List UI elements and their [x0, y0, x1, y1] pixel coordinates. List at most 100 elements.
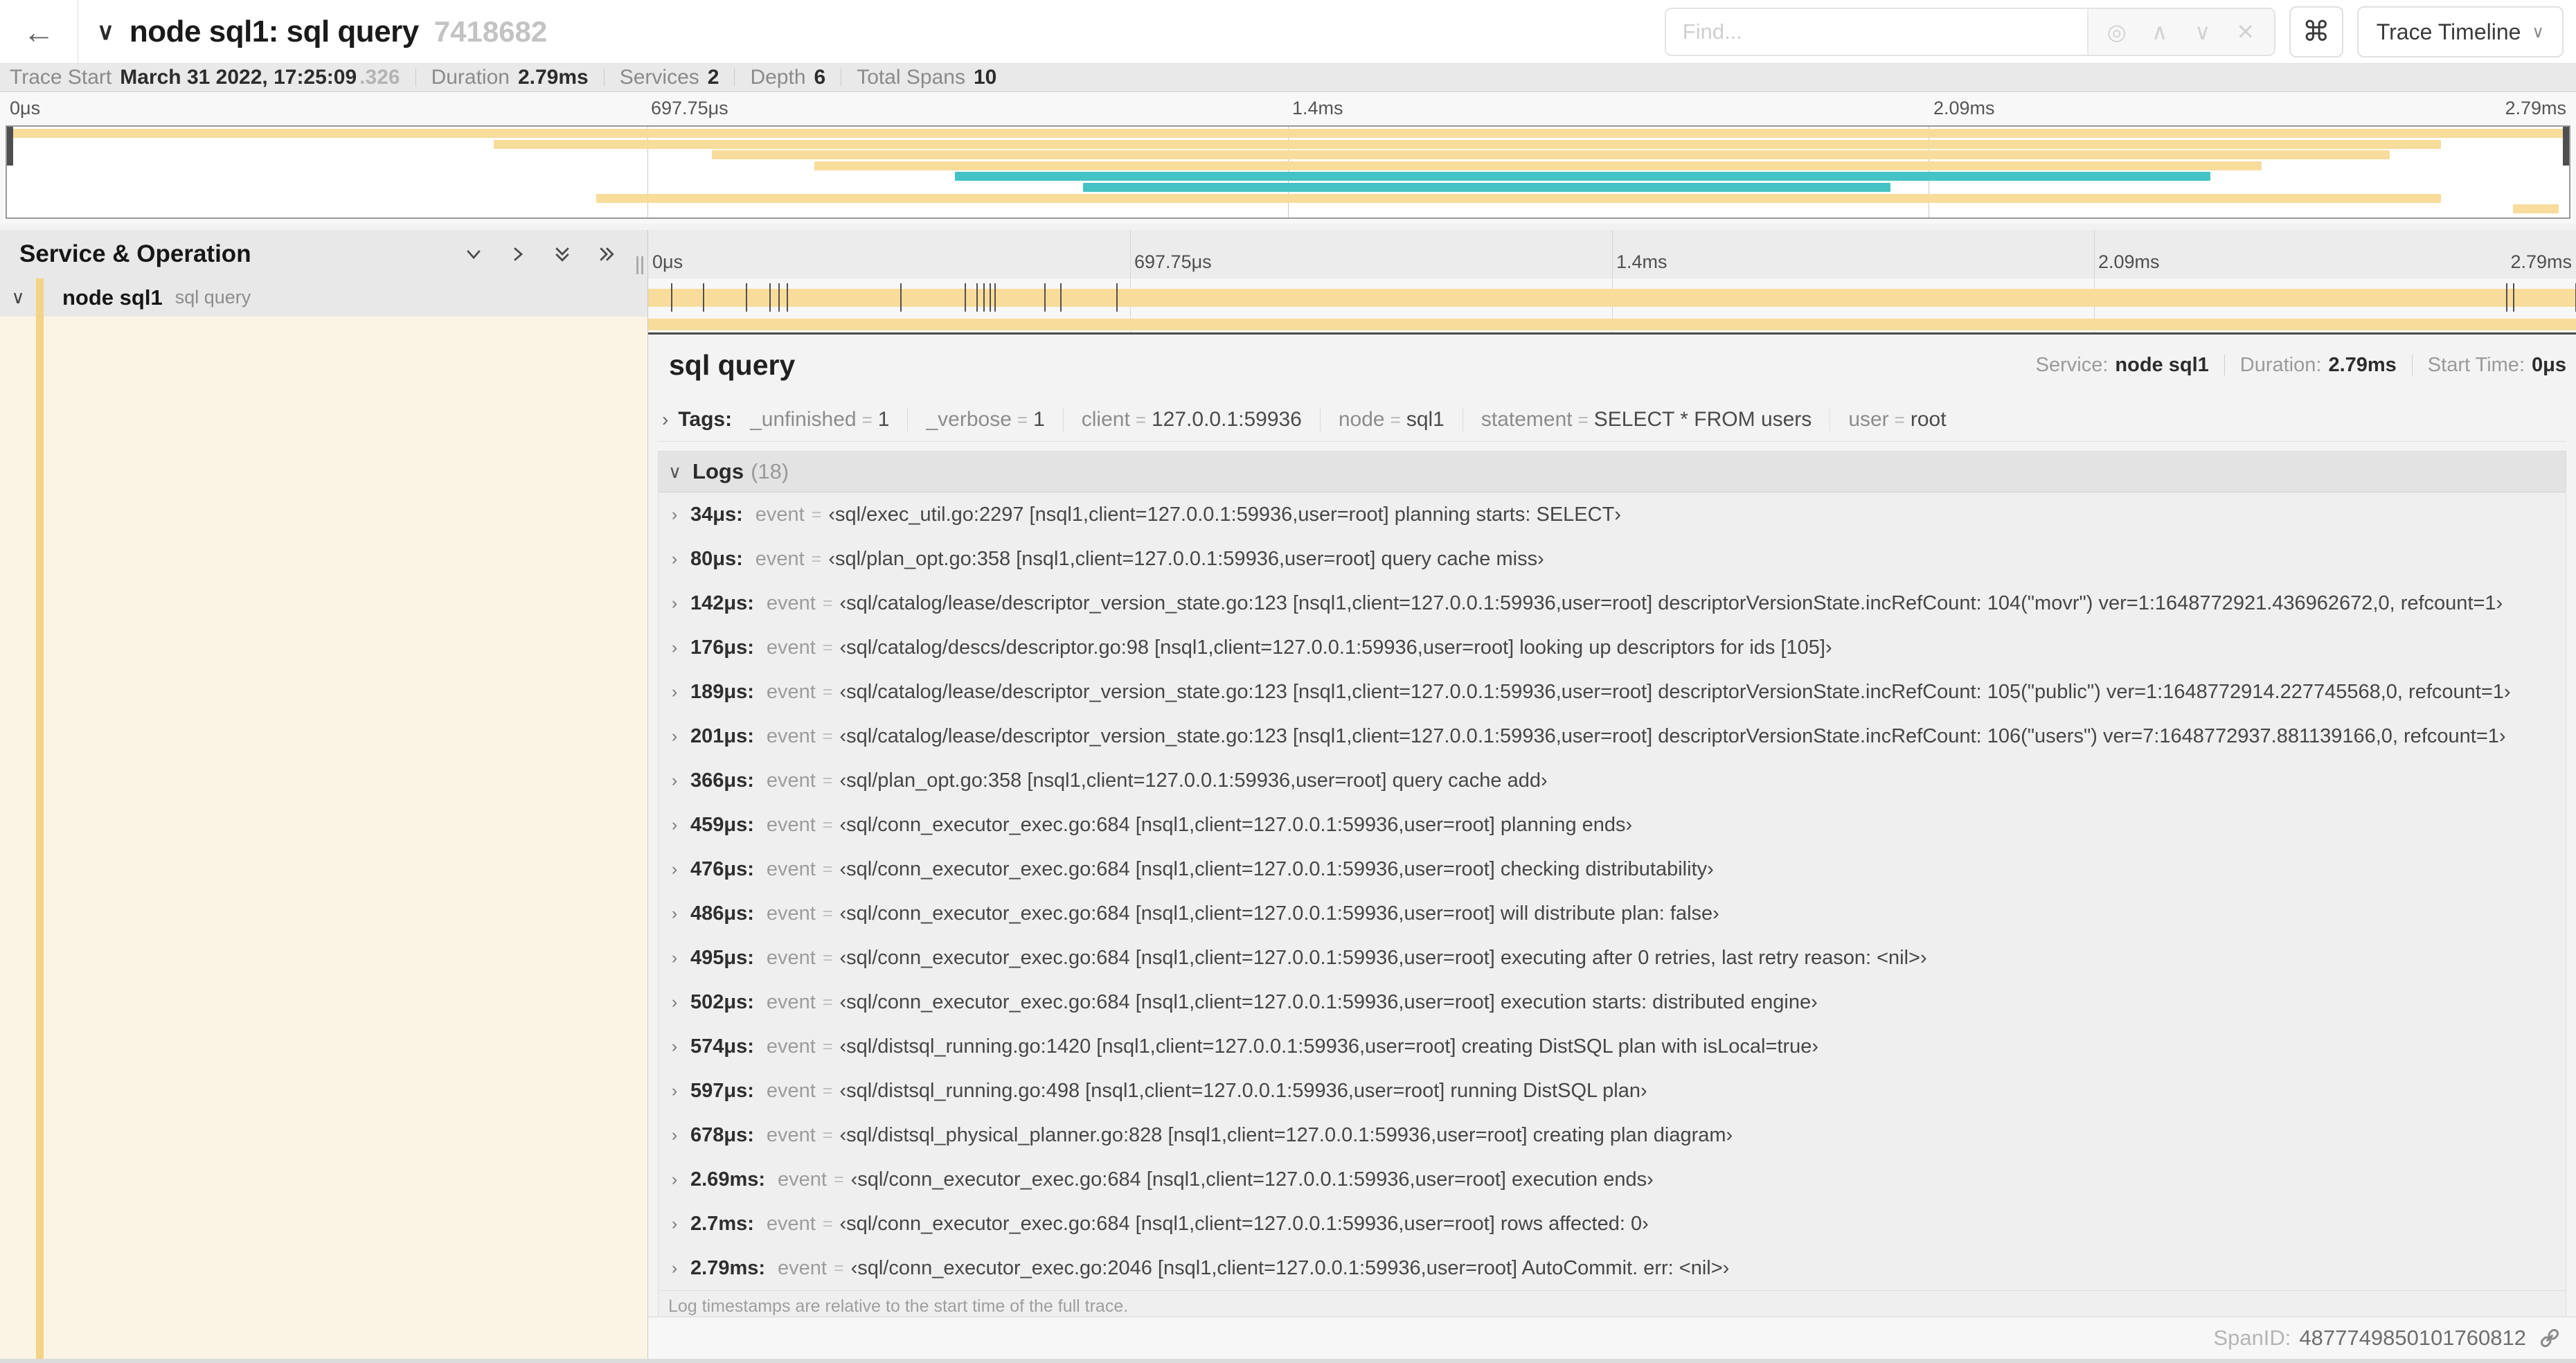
copy-link-icon[interactable] [2537, 1326, 2562, 1351]
log-entry-row[interactable]: › 597μs: event = ‹sql/distsql_running.go:498… [659, 1069, 2566, 1113]
log-entry-row[interactable]: › 678μs: event = ‹sql/distsql_physical_plann… [659, 1113, 2566, 1157]
log-value: ‹sql/catalog/lease/descriptor_version_st… [839, 680, 2511, 703]
log-event-tick [702, 283, 704, 312]
chevron-right-icon[interactable]: › [659, 727, 690, 747]
log-value: ‹sql/exec_util.go:2297 [nsql1,client=127… [828, 503, 1621, 526]
chevron-right-icon[interactable]: › [659, 1081, 690, 1101]
find-input[interactable] [1665, 9, 2087, 55]
log-entry-row[interactable]: › 2.69ms: event = ‹sql/conn_executor_exec.go… [659, 1157, 2566, 1202]
minimap-span-bar [7, 129, 2569, 138]
meta-label: Duration: [2239, 353, 2322, 376]
ruler-tick-label: 1.4ms [1616, 251, 1667, 272]
chevron-right-icon[interactable]: › [659, 1258, 690, 1279]
meta-value: node sql1 [2115, 353, 2209, 376]
back-button[interactable]: ← [0, 0, 78, 63]
span-row-node-sql1[interactable]: ∨ node sql1 sql query [0, 278, 647, 317]
view-selector-button[interactable]: Trace Timeline ∨ [2356, 6, 2564, 57]
chevron-right-icon[interactable]: › [659, 771, 690, 791]
chevron-right-icon[interactable]: › [659, 904, 690, 924]
chevron-right-icon[interactable]: › [659, 948, 690, 968]
log-entry-row[interactable]: › 142μs: event = ‹sql/catalog/lease/descript… [659, 581, 2566, 625]
log-entry-row[interactable]: › 495μs: event = ‹sql/conn_executor_exec.go:… [659, 936, 2566, 980]
trace-collapser-icon[interactable]: ∨ [97, 18, 114, 46]
minimap-span-bar [711, 150, 2390, 160]
log-value: ‹sql/conn_executor_exec.go:684 [nsql1,cl… [850, 1168, 1654, 1191]
log-entry-row[interactable]: › 80μs: event = ‹sql/plan_opt.go:358 [nsql1,… [659, 537, 2566, 581]
log-timestamp: 486μs: [690, 902, 754, 925]
log-field: event [766, 1035, 816, 1058]
span-id-value: 4877749850101760812 [2299, 1326, 2526, 1350]
chevron-right-icon[interactable]: › [659, 638, 690, 658]
chevron-right-icon[interactable]: › [659, 1214, 690, 1234]
keyboard-shortcuts-button[interactable]: ⌘ [2289, 6, 2343, 57]
span-bar[interactable] [648, 289, 2576, 307]
minimap-left-drag-handle[interactable] [7, 127, 13, 166]
log-event-tick [900, 283, 902, 312]
chevron-right-icon[interactable]: › [659, 1125, 690, 1146]
find-prev-icon[interactable]: ∧ [2138, 19, 2181, 45]
span-bar-row-child[interactable] [648, 317, 2576, 332]
span-bar-row-sql-query[interactable] [648, 278, 2576, 317]
expand-all-icon[interactable] [596, 244, 617, 265]
log-entry-row[interactable]: › 366μs: event = ‹sql/plan_opt.go:358 [nsql1… [659, 758, 2566, 803]
chevron-right-icon[interactable]: › [659, 594, 690, 614]
service-operation-header: Service & Operation [0, 230, 647, 279]
log-entry-row[interactable]: › 201μs: event = ‹sql/catalog/lease/descript… [659, 714, 2566, 758]
log-entry-row[interactable]: › 34μs: event = ‹sql/exec_util.go:2297 [nsql… [659, 492, 2566, 537]
collapse-one-icon[interactable] [463, 244, 484, 265]
back-arrow-icon: ← [23, 13, 55, 50]
log-entry-row[interactable]: › 459μs: event = ‹sql/conn_executor_exec.go:… [659, 803, 2566, 847]
chevron-right-icon[interactable]: › [662, 409, 668, 431]
log-value: ‹sql/distsql_running.go:498 [nsql1,clien… [839, 1079, 1647, 1102]
trace-summary-item: Total Spans 10 [857, 66, 997, 89]
tag-item: _verbose = 1 [926, 408, 1045, 431]
chevron-right-icon[interactable]: › [659, 505, 690, 525]
log-field: event [766, 813, 816, 836]
column-resizer[interactable] [636, 256, 643, 274]
minimap-canvas[interactable] [6, 125, 2570, 219]
tags-section-toggle[interactable]: › Tags: _unfinished = 1 _verbose = 1 client = 12… [658, 398, 2566, 442]
log-value: ‹sql/conn_executor_exec.go:2046 [nsql1,c… [850, 1256, 1730, 1279]
minimap-right-drag-handle[interactable] [2563, 127, 2569, 166]
chevron-right-icon[interactable]: › [659, 1170, 690, 1190]
log-timestamp: 201μs: [690, 724, 754, 747]
log-entry-row[interactable]: › 574μs: event = ‹sql/distsql_running.go:142… [659, 1024, 2566, 1069]
collapse-all-icon[interactable] [552, 244, 573, 265]
chevron-right-icon[interactable]: › [659, 815, 690, 835]
find-next-icon[interactable]: ∨ [2181, 19, 2224, 45]
divider [415, 69, 416, 87]
log-timestamp: 2.7ms: [690, 1212, 754, 1235]
log-timestamp: 80μs: [690, 547, 743, 570]
logs-section-toggle[interactable]: ∨ Logs (18) [659, 452, 2566, 492]
log-entry-row[interactable]: › 502μs: event = ‹sql/conn_executor_exec.go:… [659, 980, 2566, 1024]
log-entry-row[interactable]: › 189μs: event = ‹sql/catalog/lease/descript… [659, 670, 2566, 714]
log-entry-row[interactable]: › 2.79ms: event = ‹sql/conn_executor_exec.go… [659, 1246, 2566, 1290]
divider [2411, 355, 2413, 375]
log-entry-row[interactable]: › 2.7ms: event = ‹sql/conn_executor_exec.go:… [659, 1202, 2566, 1246]
chevron-down-icon[interactable]: ∨ [0, 287, 36, 308]
log-field: event [766, 857, 816, 880]
chevron-right-icon[interactable]: › [659, 859, 690, 880]
log-field: event [766, 990, 816, 1013]
find-clear-icon[interactable]: ✕ [2224, 19, 2267, 45]
log-event-tick [769, 283, 771, 312]
span-bar[interactable] [648, 319, 2576, 330]
minimap-span-bar [955, 172, 2210, 181]
log-entry-row[interactable]: › 486μs: event = ‹sql/conn_executor_exec.go:… [659, 891, 2566, 936]
log-field: event [778, 1168, 827, 1191]
chevron-right-icon[interactable]: › [659, 992, 690, 1013]
chevron-right-icon[interactable]: › [659, 549, 690, 569]
log-event-tick [2513, 283, 2515, 312]
chevron-right-icon[interactable]: › [659, 1037, 690, 1057]
ruler-tick-label: 2.79ms [2510, 251, 2572, 272]
log-entry-row[interactable]: › 176μs: event = ‹sql/catalog/descs/descript… [659, 625, 2566, 670]
log-value: ‹sql/conn_executor_exec.go:684 [nsql1,cl… [839, 902, 1719, 925]
chevron-down-icon[interactable]: ∨ [668, 461, 681, 483]
span-id-footer: SpanID: 4877749850101760812 [648, 1317, 2576, 1359]
log-entry-row[interactable]: › 476μs: event = ‹sql/conn_executor_exec.go:… [659, 847, 2566, 891]
minimap-span-bar [596, 193, 2441, 203]
chevron-right-icon[interactable]: › [659, 682, 690, 702]
locate-span-icon[interactable]: ◎ [2095, 19, 2138, 45]
expand-one-icon[interactable] [508, 244, 528, 265]
service-operation-column: Service & Operation ∨ node sql1 sql quer… [0, 230, 647, 1363]
